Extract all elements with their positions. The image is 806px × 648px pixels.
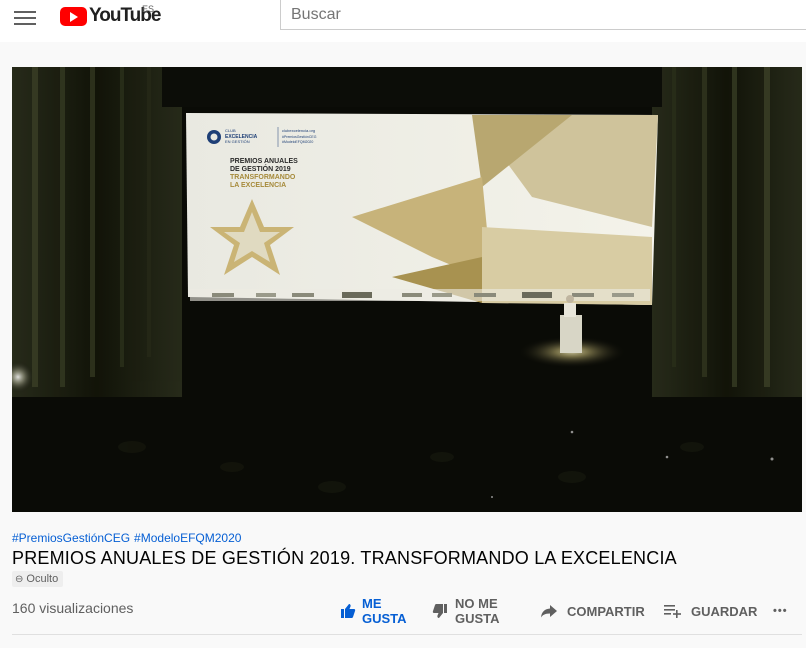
country-code: ES xyxy=(142,4,155,14)
video-player[interactable]: CLUB EXCELENCIA EN GESTIÓN clubexcelenci… xyxy=(12,67,802,512)
svg-text:TRANSFORMANDO: TRANSFORMANDO xyxy=(230,174,296,181)
privacy-badge: ⊖ Oculto xyxy=(12,571,64,587)
privacy-badge-label: Oculto xyxy=(26,573,59,585)
share-label: COMPARTIR xyxy=(567,603,645,619)
thumbs-down-icon xyxy=(432,604,447,618)
dislike-label-line1: NO ME xyxy=(455,596,498,611)
share-icon xyxy=(541,605,557,618)
link-icon: ⊖ xyxy=(15,573,24,585)
like-label-line2: GUSTA xyxy=(362,611,407,626)
playlist-add-icon xyxy=(664,605,681,618)
youtube-play-icon xyxy=(60,6,87,26)
save-button[interactable]: GUARDAR xyxy=(664,594,757,628)
svg-text:clubexcelencia.org: clubexcelencia.org xyxy=(282,128,315,133)
svg-text:#ModeloEFQM2020: #ModeloEFQM2020 xyxy=(282,140,313,144)
dislike-button[interactable]: NO ME GUSTA xyxy=(432,594,500,628)
svg-text:CLUB: CLUB xyxy=(225,128,236,133)
svg-text:EN GESTIÓN: EN GESTIÓN xyxy=(225,139,250,144)
more-icon: ••• xyxy=(773,605,788,617)
share-button[interactable]: COMPARTIR xyxy=(540,594,645,628)
svg-text:DE GESTIÓN 2019: DE GESTIÓN 2019 xyxy=(230,164,291,173)
video-frame: CLUB EXCELENCIA EN GESTIÓN clubexcelenci… xyxy=(12,67,802,512)
like-button[interactable]: ME GUSTA xyxy=(340,594,407,628)
dislike-label-line2: GUSTA xyxy=(455,611,500,626)
search-input[interactable]: Buscar xyxy=(291,6,341,24)
hashtag-link[interactable]: #PremiosGestiónCEG xyxy=(12,531,130,545)
hashtag-link[interactable]: #ModeloEFQM2020 xyxy=(134,531,241,545)
thumbs-up-icon xyxy=(341,604,356,618)
svg-text:#PremiosGestiónCEG: #PremiosGestiónCEG xyxy=(282,135,317,139)
more-actions-button[interactable]: ••• xyxy=(773,594,788,628)
masthead: YouTube ES Buscar xyxy=(0,0,806,42)
divider xyxy=(12,634,802,635)
save-label: GUARDAR xyxy=(691,603,758,619)
menu-icon[interactable] xyxy=(14,8,36,26)
like-label-line1: ME xyxy=(362,596,382,611)
svg-text:LA EXCELENCIA: LA EXCELENCIA xyxy=(230,182,286,189)
video-title: PREMIOS ANUALES DE GESTIÓN 2019. TRANSFO… xyxy=(12,548,677,568)
svg-text:PREMIOS ANUALES: PREMIOS ANUALES xyxy=(230,158,298,165)
projection-screen: CLUB EXCELENCIA EN GESTIÓN clubexcelenci… xyxy=(186,113,658,305)
search-box[interactable]: Buscar xyxy=(280,0,806,30)
hashtags: #PremiosGestiónCEG #ModeloEFQM2020 xyxy=(12,531,245,545)
view-count: 160 visualizaciones xyxy=(12,600,134,616)
